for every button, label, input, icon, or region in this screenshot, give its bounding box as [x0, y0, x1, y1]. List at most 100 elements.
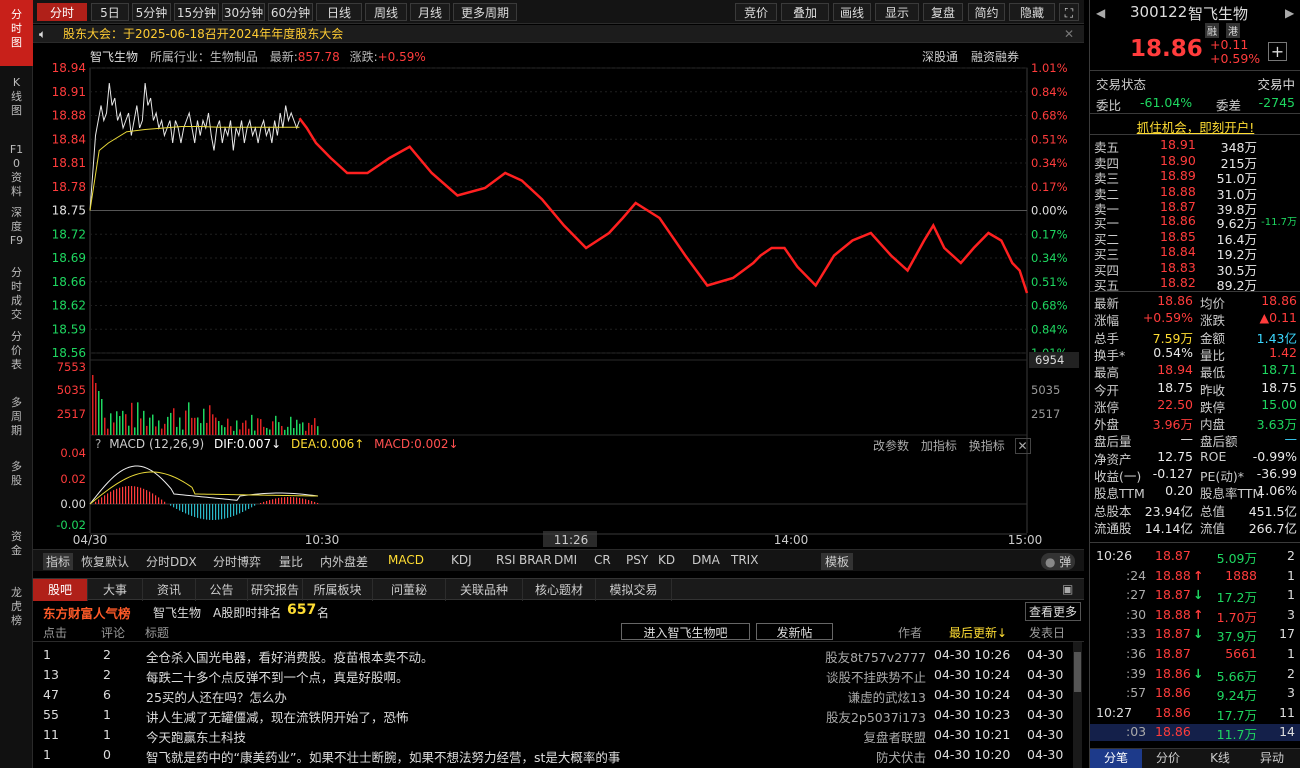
post-row[interactable]: 1 0 智飞就是药中的“康美药业”。如果不壮士断腕，如果不想法努力经营，st是大概率… [33, 746, 1073, 766]
period-4[interactable]: 30分钟 [222, 3, 265, 21]
post-row[interactable]: 55 1 讲人生减了无罐僵减，现在流铁阴开始了，恐怖 股友2p5037i173 04-3… [33, 706, 1073, 726]
info-tab-6[interactable]: 问董秘 [373, 579, 446, 601]
post-title[interactable]: 每跌二十多个点反弹不到一个点，真是好股啊。 [146, 667, 409, 686]
indicator-3[interactable]: 分时博弈 [213, 553, 261, 570]
nav-0[interactable]: 分时图 [0, 0, 33, 66]
period-8[interactable]: 月线 [410, 3, 450, 21]
tick-row[interactable]: :03 18.86 11.7万 14 [1090, 724, 1300, 742]
quote-tab-0[interactable]: 分笔 [1090, 749, 1142, 768]
toolbar-right-0[interactable]: 竞价 [735, 3, 777, 21]
tick-row[interactable]: :27 18.87 ↓ 17.2万 1 [1090, 587, 1300, 605]
col-title[interactable]: 标题 [145, 624, 169, 641]
close-icon[interactable]: ✕ [1064, 25, 1074, 43]
quote-tab-1[interactable]: 分价 [1142, 749, 1194, 768]
expand-icon[interactable]: ▣ [1062, 582, 1073, 596]
add-watchlist-icon[interactable]: + [1268, 42, 1287, 61]
nav-6[interactable]: 多周期 [0, 388, 33, 448]
post-title[interactable]: 今天跑赢东土科技 [146, 727, 246, 746]
post-title[interactable]: 智飞就是药中的“康美药业”。如果不壮士断腕，如果不想法努力经营，st是大概率的事 [146, 747, 620, 766]
bid-row[interactable]: 买四 18.83 30.5万 [1090, 260, 1300, 278]
nav-9[interactable]: 龙虎榜 [0, 578, 33, 638]
bid-row[interactable]: 买五 18.82 89.2万 [1090, 275, 1300, 293]
fullscreen-icon[interactable]: ⛶ [1059, 3, 1079, 21]
info-tab-7[interactable]: 关联品种 [446, 579, 523, 601]
indicator-0[interactable]: 指标 [43, 553, 74, 570]
tick-row[interactable]: :39 18.86 ↓ 5.66万 2 [1090, 666, 1300, 684]
enter-bar-button[interactable]: 进入智飞生物吧 [621, 623, 750, 640]
nav-5[interactable]: 分价表 [0, 322, 33, 382]
indicator-6[interactable]: MACD [388, 553, 424, 567]
toolbar-right-3[interactable]: 显示 [875, 3, 919, 21]
posts-scrollbar[interactable] [1073, 642, 1082, 768]
indicator-5[interactable]: 内外盘差 [320, 553, 368, 570]
indicator-2[interactable]: 分时DDX [146, 553, 197, 570]
period-0[interactable]: 分时 [37, 3, 87, 21]
post-title[interactable]: 讲人生减了无罐僵减，现在流铁阴开始了，恐怖 [146, 707, 409, 726]
quote-tab-3[interactable]: 异动 [1246, 749, 1298, 768]
post-row[interactable]: 13 2 每跌二十多个点反弹不到一个点，真是好股啊。 谈股不挂跌势不止 04-30 10… [33, 666, 1073, 686]
period-3[interactable]: 15分钟 [174, 3, 219, 21]
info-tab-3[interactable]: 公告 [196, 579, 248, 601]
chart-canvas[interactable]: 18.94 1.01% 18.91 0.84% 18.88 0.68% 18.84 0.51%… [33, 43, 1084, 552]
rank-brand[interactable]: 东方财富人气榜 [43, 603, 131, 622]
ask-row[interactable]: 卖三 18.89 51.0万 [1090, 168, 1300, 186]
notice-text[interactable]: 股东大会：于2025-06-18召开2024年年度股东大会 [63, 25, 343, 43]
toolbar-right-2[interactable]: 画线 [833, 3, 871, 21]
info-tab-4[interactable]: 研究报告 [248, 579, 303, 601]
switch-indicator-button[interactable]: 换指标 [969, 439, 1005, 453]
nav-7[interactable]: 多股 [0, 452, 33, 508]
indicator-13[interactable]: KD [658, 553, 675, 567]
tick-row[interactable]: :30 18.88 ↑ 1.70万 3 [1090, 607, 1300, 625]
post-author[interactable]: 复盘者联盟 [817, 727, 926, 746]
help-icon[interactable]: ? [95, 437, 101, 451]
info-tab-8[interactable]: 核心题材 [523, 579, 596, 601]
indicator-8[interactable]: RSI [496, 553, 516, 567]
period-6[interactable]: 日线 [316, 3, 362, 21]
info-tab-1[interactable]: 大事 [88, 579, 143, 601]
post-row[interactable]: 11 1 今天跑赢东土科技 复盘者联盟 04-30 10:21 04-30 [33, 726, 1073, 746]
new-post-button[interactable]: 发新帖 [756, 623, 833, 640]
bid-row[interactable]: 买一 18.86 9.62万 -11.7万 [1090, 213, 1300, 231]
indicator-1[interactable]: 恢复默认 [81, 553, 129, 570]
add-indicator-button[interactable]: 加指标 [921, 439, 957, 453]
info-tab-2[interactable]: 资讯 [143, 579, 196, 601]
toolbar-right-1[interactable]: 叠加 [781, 3, 829, 21]
nav-2[interactable]: F10资料 [0, 135, 33, 198]
period-9[interactable]: 更多周期 [453, 3, 517, 21]
tick-row[interactable]: 10:26 18.87 5.09万 2 [1090, 548, 1300, 566]
period-1[interactable]: 5日 [91, 3, 129, 21]
post-author[interactable]: 股友2p5037i173 [817, 707, 926, 726]
info-tab-5[interactable]: 所属板块 [303, 579, 373, 601]
indicator-16[interactable]: 模板 [821, 553, 854, 570]
bid-row[interactable]: 买二 18.85 16.4万 [1090, 229, 1300, 247]
popup-toggle[interactable]: ● 弹 [1041, 553, 1076, 570]
quote-tab-2[interactable]: K线 [1194, 749, 1246, 768]
col-comments[interactable]: 评论 [101, 624, 125, 641]
indicator-7[interactable]: KDJ [451, 553, 472, 567]
period-5[interactable]: 60分钟 [268, 3, 313, 21]
post-row[interactable]: 1 2 全仓杀入国光电器，看好消费股。疫苗根本卖不动。 股友8t757v2777 04-… [33, 646, 1073, 666]
post-author[interactable]: 谦虚的武炫13 [817, 687, 926, 706]
post-author[interactable]: 股友8t757v2777 [817, 647, 926, 666]
col-updated[interactable]: 最后更新↓ [949, 624, 1007, 641]
tick-row[interactable]: 10:27 18.86 17.7万 11 [1090, 705, 1300, 723]
col-author[interactable]: 作者 [898, 624, 922, 641]
indicator-9[interactable]: BRAR [519, 553, 552, 567]
indicator-10[interactable]: DMI [554, 553, 577, 567]
post-author[interactable]: 防犬伏击 [817, 747, 926, 766]
tick-row[interactable]: :36 18.87 5661 1 [1090, 646, 1300, 663]
next-stock-icon[interactable]: ▶ [1285, 6, 1294, 20]
toolbar-right-6[interactable]: 隐藏 [1009, 3, 1055, 21]
bid-row[interactable]: 买三 18.84 19.2万 [1090, 244, 1300, 262]
tick-row[interactable]: :57 18.86 9.24万 3 [1090, 685, 1300, 703]
col-clicks[interactable]: 点击 [43, 624, 67, 641]
indicator-12[interactable]: PSY [626, 553, 648, 567]
post-title[interactable]: 全仓杀入国光电器，看好消费股。疫苗根本卖不动。 [146, 647, 434, 666]
info-tab-9[interactable]: 模拟交易 [596, 579, 672, 601]
toolbar-right-4[interactable]: 复盘 [923, 3, 963, 21]
period-7[interactable]: 周线 [365, 3, 407, 21]
indicator-4[interactable]: 量比 [279, 553, 303, 570]
post-title[interactable]: 25买的人还在吗？怎么办 [146, 687, 287, 706]
nav-1[interactable]: K线图 [0, 68, 33, 134]
period-2[interactable]: 5分钟 [132, 3, 171, 21]
